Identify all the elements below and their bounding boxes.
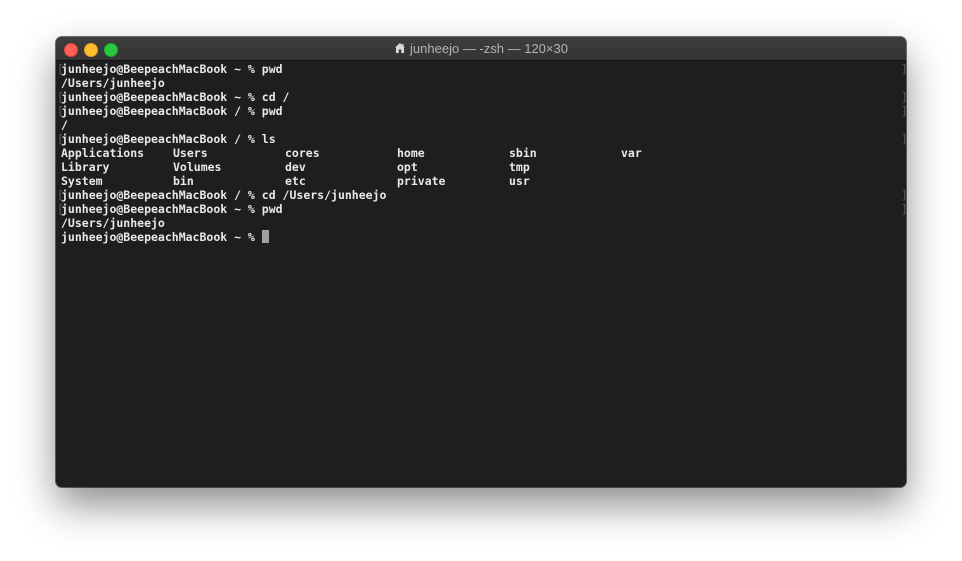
- terminal-line: [junheejo@BeepeachMacBook ~ % cd /]: [57, 90, 906, 104]
- terminal-line: /Users/junheejo: [61, 216, 165, 230]
- window-title: junheejo — -zsh — 120×30: [56, 37, 906, 60]
- home-icon: [395, 43, 406, 53]
- text-cursor: [261, 230, 269, 243]
- ls-entry: cores: [285, 146, 320, 160]
- prompt: junheejo@BeepeachMacBook ~ %: [61, 230, 262, 244]
- terminal-line: [junheejo@BeepeachMacBook / % cd /Users/…: [57, 188, 906, 202]
- ls-entry: Users: [173, 146, 208, 160]
- ls-output-row: System bin etc private usr: [61, 174, 901, 188]
- terminal-line: [junheejo@BeepeachMacBook ~ % pwd]: [57, 202, 906, 216]
- ls-entry: dev: [285, 160, 306, 174]
- terminal-window[interactable]: junheejo — -zsh — 120×30 [junheejo@Beepe…: [56, 37, 906, 487]
- ls-output-row: Applications Users cores home sbin var: [61, 146, 901, 160]
- terminal-line: /: [61, 118, 68, 132]
- terminal-line: [junheejo@BeepeachMacBook ~ % pwd]: [57, 62, 906, 76]
- ls-entry: etc: [285, 174, 306, 188]
- ls-entry: private: [397, 174, 446, 188]
- ls-entry: System: [61, 174, 103, 188]
- ls-entry: var: [621, 146, 642, 160]
- ls-entry: Volumes: [173, 160, 222, 174]
- ls-entry: bin: [173, 174, 194, 188]
- terminal-line: /Users/junheejo: [61, 76, 165, 90]
- ls-entry: sbin: [509, 146, 537, 160]
- terminal-output[interactable]: [junheejo@BeepeachMacBook ~ % pwd] /User…: [57, 62, 906, 482]
- ls-entry: usr: [509, 174, 530, 188]
- ls-entry: Library: [61, 160, 110, 174]
- window-title-text: junheejo — -zsh — 120×30: [410, 41, 568, 56]
- terminal-line: [junheejo@BeepeachMacBook / % pwd]: [57, 104, 906, 118]
- terminal-prompt-line: junheejo@BeepeachMacBook ~ %: [61, 230, 901, 244]
- ls-output-row: Library Volumes dev opt tmp: [61, 160, 901, 174]
- title-bar[interactable]: junheejo — -zsh — 120×30: [56, 37, 906, 61]
- ls-entry: opt: [397, 160, 418, 174]
- ls-entry: home: [397, 146, 425, 160]
- terminal-line: [junheejo@BeepeachMacBook / % ls]: [57, 132, 906, 146]
- ls-entry: Applications: [61, 146, 145, 160]
- ls-entry: tmp: [509, 160, 530, 174]
